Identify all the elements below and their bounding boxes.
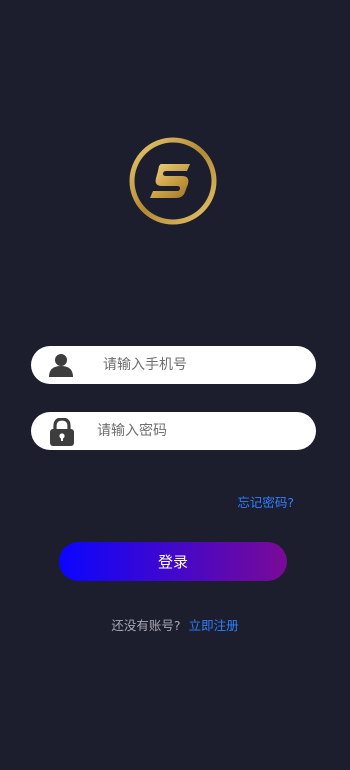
phone-input[interactable] [103, 346, 303, 384]
register-row: 还没有账号? 立即注册 [0, 615, 350, 634]
app-logo [128, 136, 218, 226]
phone-field[interactable] [31, 346, 316, 384]
forgot-password-link[interactable]: 忘记密码? [237, 492, 294, 511]
lock-icon [49, 417, 75, 446]
register-link[interactable]: 立即注册 [189, 618, 239, 633]
login-button[interactable]: 登录 [59, 542, 287, 581]
password-input[interactable] [97, 412, 297, 450]
register-prompt: 还没有账号? [111, 618, 181, 633]
s-logo-icon [129, 137, 217, 225]
password-field[interactable] [31, 412, 316, 450]
user-icon [49, 353, 73, 377]
